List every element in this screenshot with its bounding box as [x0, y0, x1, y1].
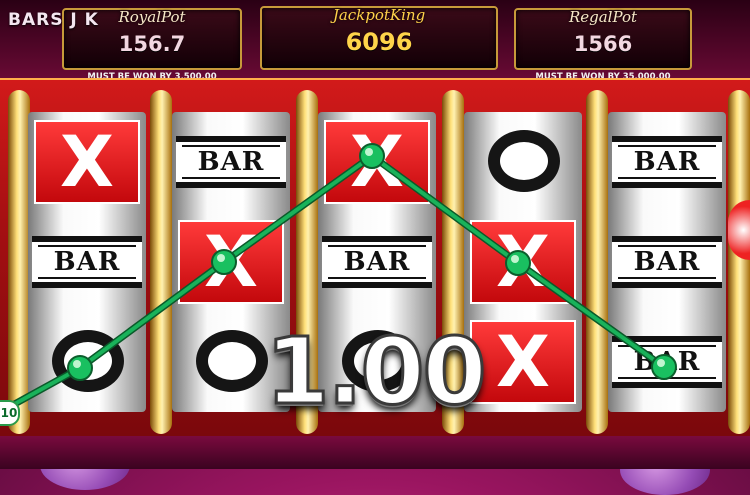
reel-symbol: BAR	[608, 212, 726, 312]
jackpot-value: 156.7	[118, 32, 186, 56]
reel-symbol: BAR	[608, 112, 726, 212]
reel-symbol: X	[172, 212, 290, 312]
reel-symbol: BAR	[28, 212, 146, 312]
side-button[interactable]	[728, 200, 750, 260]
jackpot-value: 6096	[345, 28, 413, 56]
bottom-strip	[0, 436, 750, 469]
x-symbol: X	[470, 220, 576, 304]
bar-symbol: BAR	[612, 136, 722, 188]
reel-symbol: BAR	[172, 112, 290, 212]
x-symbol: X	[324, 120, 430, 204]
reel-symbol: BAR	[318, 212, 436, 312]
bar-symbol: BAR	[176, 136, 286, 188]
payline-number-badge: 10	[0, 400, 20, 426]
reel-symbol: X	[28, 112, 146, 212]
win-amount: 1.00	[264, 317, 488, 427]
jackpot-name: RegalPot	[568, 8, 638, 26]
bar-symbol: BAR	[32, 236, 142, 288]
bar-symbol: BAR	[612, 236, 722, 288]
o-symbol	[488, 130, 560, 192]
jackpot-name: JackpotKing	[332, 6, 426, 24]
bar-symbol: BAR	[322, 236, 432, 288]
reel-symbol: X	[318, 112, 436, 212]
reel-symbol: X	[464, 212, 582, 312]
reel-symbol	[464, 112, 582, 212]
jackpot-king: JackpotKing 6096	[260, 6, 498, 70]
jackpot-value: 1566	[573, 32, 633, 56]
game-title: BARS J K	[8, 10, 99, 30]
x-symbol: X	[34, 120, 140, 204]
jackpot-regal: RegalPot 1566 MUST BE WON BY 35,000.00	[514, 8, 692, 82]
x-symbol: X	[178, 220, 284, 304]
